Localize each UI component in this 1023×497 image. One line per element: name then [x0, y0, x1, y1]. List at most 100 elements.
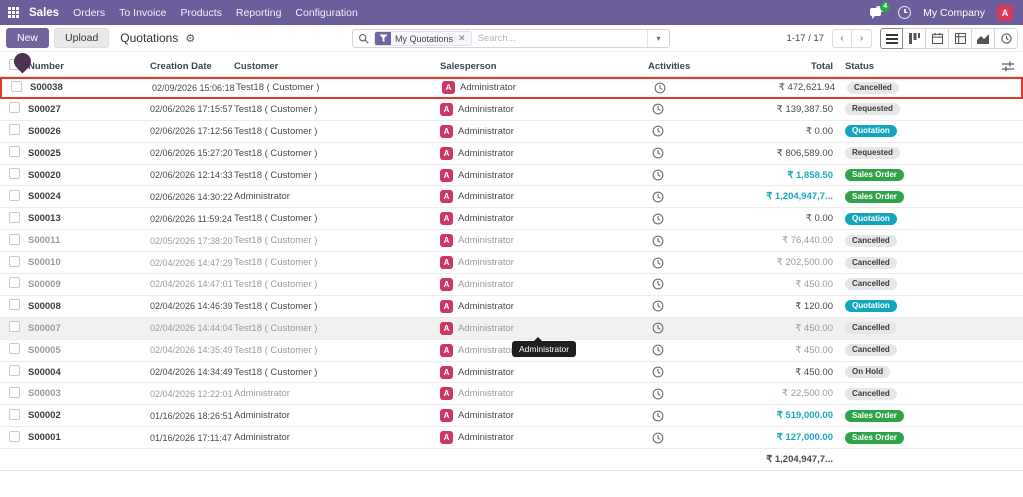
- row-activity-button[interactable]: [648, 191, 710, 203]
- col-header-activities[interactable]: Activities: [648, 61, 710, 72]
- upload-button[interactable]: Upload: [54, 28, 109, 48]
- pager-next-button[interactable]: ›: [852, 29, 872, 48]
- row-checkbox[interactable]: [9, 277, 20, 288]
- search-bar[interactable]: My Quotations ✕ Search... ▾: [352, 29, 670, 48]
- row-activity-button[interactable]: [648, 432, 710, 444]
- col-header-total[interactable]: Total: [710, 61, 837, 72]
- col-header-customer[interactable]: Customer: [232, 61, 440, 72]
- salesperson-avatar[interactable]: A: [440, 300, 453, 313]
- company-name[interactable]: My Company: [923, 7, 985, 19]
- salesperson-avatar[interactable]: A: [440, 103, 453, 116]
- row-activity-button[interactable]: [648, 344, 710, 356]
- salesperson-avatar[interactable]: A: [440, 147, 453, 160]
- pager-prev-button[interactable]: ‹: [832, 29, 852, 48]
- messages-icon[interactable]: 4: [870, 6, 886, 19]
- table-row[interactable]: S00003 02/04/2026 12:22:01 Administrator…: [0, 383, 1023, 405]
- row-activity-button[interactable]: [648, 278, 710, 290]
- row-activity-button[interactable]: [648, 388, 710, 400]
- table-row[interactable]: S00009 02/04/2026 14:47:01 Test18 ( Cust…: [0, 274, 1023, 296]
- row-checkbox[interactable]: [9, 365, 20, 376]
- row-activity-button[interactable]: [648, 235, 710, 247]
- menu-to-invoice[interactable]: To Invoice: [119, 7, 166, 19]
- optional-columns-icon[interactable]: [993, 61, 1023, 72]
- row-checkbox[interactable]: [9, 256, 20, 267]
- col-header-status[interactable]: Status: [837, 61, 993, 72]
- row-activity-button[interactable]: [648, 366, 710, 378]
- salesperson-avatar[interactable]: A: [442, 81, 455, 94]
- salesperson-avatar[interactable]: A: [440, 169, 453, 182]
- filter-chip[interactable]: My Quotations ✕: [374, 31, 472, 46]
- salesperson-avatar[interactable]: A: [440, 125, 453, 138]
- row-checkbox[interactable]: [9, 212, 20, 223]
- row-activity-button[interactable]: [648, 300, 710, 312]
- row-activity-button[interactable]: [648, 410, 710, 422]
- salesperson-avatar[interactable]: A: [440, 387, 453, 400]
- row-activity-button[interactable]: [648, 257, 710, 269]
- search-dropdown-caret[interactable]: ▾: [647, 30, 669, 47]
- table-row[interactable]: S00004 02/04/2026 14:34:49 Test18 ( Cust…: [0, 362, 1023, 384]
- salesperson-avatar[interactable]: A: [440, 256, 453, 269]
- row-activity-button[interactable]: [648, 103, 710, 115]
- table-row[interactable]: S00027 02/06/2026 17:15:57 Test18 ( Cust…: [0, 99, 1023, 121]
- table-row[interactable]: S00007 02/04/2026 14:44:04 Test18 ( Cust…: [0, 318, 1023, 340]
- salesperson-avatar[interactable]: A: [440, 190, 453, 203]
- table-row[interactable]: S00025 02/06/2026 15:27:20 Test18 ( Cust…: [0, 143, 1023, 165]
- row-activity-button[interactable]: [648, 213, 710, 225]
- row-activity-button[interactable]: [650, 82, 712, 94]
- table-row[interactable]: S00024 02/06/2026 14:30:22 Administrator…: [0, 186, 1023, 208]
- row-checkbox[interactable]: [9, 387, 20, 398]
- graph-view-button[interactable]: [972, 28, 995, 49]
- row-checkbox[interactable]: [9, 343, 20, 354]
- filter-remove-icon[interactable]: ✕: [457, 33, 471, 44]
- col-header-salesperson[interactable]: Salesperson: [440, 61, 648, 72]
- row-activity-button[interactable]: [648, 147, 710, 159]
- salesperson-avatar[interactable]: A: [440, 212, 453, 225]
- row-checkbox[interactable]: [9, 431, 20, 442]
- menu-configuration[interactable]: Configuration: [295, 7, 357, 19]
- kanban-view-button[interactable]: [903, 28, 926, 49]
- table-row[interactable]: S00002 01/16/2026 18:26:51 Administrator…: [0, 405, 1023, 427]
- row-checkbox[interactable]: [9, 409, 20, 420]
- col-header-number[interactable]: Number: [28, 61, 150, 72]
- table-row[interactable]: S00013 02/06/2026 11:59:24 Test18 ( Cust…: [0, 208, 1023, 230]
- table-row[interactable]: S00011 02/05/2026 17:38:20 Test18 ( Cust…: [0, 230, 1023, 252]
- search-input[interactable]: Search...: [478, 33, 647, 44]
- row-checkbox[interactable]: [11, 81, 22, 92]
- menu-orders[interactable]: Orders: [73, 7, 105, 19]
- row-activity-button[interactable]: [648, 125, 710, 137]
- calendar-view-button[interactable]: [926, 28, 949, 49]
- apps-grid-icon[interactable]: [8, 7, 19, 18]
- menu-reporting[interactable]: Reporting: [236, 7, 282, 19]
- table-row[interactable]: S00001 01/16/2026 17:11:47 Administrator…: [0, 427, 1023, 449]
- user-avatar[interactable]: A: [997, 5, 1013, 21]
- table-row[interactable]: S00026 02/06/2026 17:12:56 Test18 ( Cust…: [0, 121, 1023, 143]
- salesperson-avatar[interactable]: A: [440, 278, 453, 291]
- pivot-view-button[interactable]: [949, 28, 972, 49]
- table-row[interactable]: S00038 02/09/2026 15:06:18 Test18 ( Cust…: [0, 77, 1023, 99]
- salesperson-avatar[interactable]: A: [440, 366, 453, 379]
- row-checkbox[interactable]: [9, 299, 20, 310]
- gear-icon[interactable]: ⚙: [185, 32, 195, 45]
- app-name[interactable]: Sales: [29, 7, 59, 19]
- row-checkbox[interactable]: [9, 146, 20, 157]
- table-row[interactable]: S00008 02/04/2026 14:46:39 Test18 ( Cust…: [0, 296, 1023, 318]
- salesperson-avatar[interactable]: A: [440, 322, 453, 335]
- row-checkbox[interactable]: [9, 124, 20, 135]
- row-activity-button[interactable]: [648, 322, 710, 334]
- menu-products[interactable]: Products: [180, 7, 221, 19]
- activities-clock-icon[interactable]: [898, 6, 911, 19]
- row-checkbox[interactable]: [9, 321, 20, 332]
- salesperson-avatar[interactable]: A: [440, 409, 453, 422]
- salesperson-avatar[interactable]: A: [440, 234, 453, 247]
- activity-view-button[interactable]: [995, 28, 1018, 49]
- new-button[interactable]: New: [6, 28, 49, 48]
- row-checkbox[interactable]: [9, 190, 20, 201]
- col-header-creation-date[interactable]: Creation Date: [150, 61, 232, 72]
- row-activity-button[interactable]: [648, 169, 710, 181]
- table-row[interactable]: S00020 02/06/2026 12:14:33 Test18 ( Cust…: [0, 165, 1023, 187]
- row-checkbox[interactable]: [9, 102, 20, 113]
- row-checkbox[interactable]: [9, 168, 20, 179]
- row-checkbox[interactable]: [9, 234, 20, 245]
- table-row[interactable]: S00010 02/04/2026 14:47:29 Test18 ( Cust…: [0, 252, 1023, 274]
- salesperson-avatar[interactable]: A: [440, 431, 453, 444]
